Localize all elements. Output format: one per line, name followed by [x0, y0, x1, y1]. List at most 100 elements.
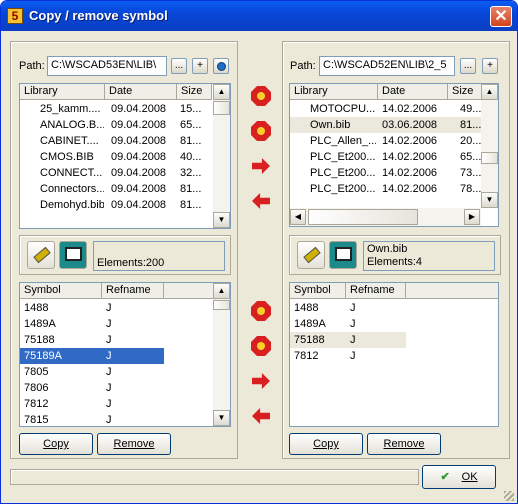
left-browse-button[interactable]: ...	[171, 58, 187, 74]
scroll-down-arrow-icon[interactable]: ▼	[213, 410, 230, 426]
left-library-scrollbar[interactable]: ▲ ▼	[213, 84, 230, 228]
close-button[interactable]: ✕	[490, 6, 512, 27]
left-copy-button[interactable]: Copy	[19, 433, 93, 455]
col-size[interactable]: Size	[448, 84, 482, 100]
right-add-path-button[interactable]: +	[482, 58, 498, 74]
left-edit-symbol-button[interactable]	[27, 241, 55, 269]
left-preview-button[interactable]	[59, 241, 87, 269]
scroll-thumb[interactable]	[213, 101, 230, 115]
right-library-scrollbar[interactable]: ▲ ▼	[481, 84, 498, 208]
table-cell: J	[106, 318, 112, 330]
left-symbol-list[interactable]: Symbol Refname 1488 J 1489A J 75188 J 75189A J 7…	[19, 282, 231, 427]
right-preview-button[interactable]	[329, 241, 357, 269]
right-library-hscrollbar[interactable]: ◀ ▶	[290, 208, 481, 226]
copy-symbol-left-button[interactable]	[248, 333, 274, 359]
table-row[interactable]: 7812 J	[20, 396, 164, 412]
table-row[interactable]: 1489A J	[20, 316, 164, 332]
col-date[interactable]: Date	[105, 84, 177, 100]
right-library-list[interactable]: Library Date Size MOTOCPU... 14.02.2006 49…	[289, 83, 499, 227]
table-row[interactable]: MOTOCPU... 14.02.2006 49...	[290, 101, 481, 117]
right-selected-library: Own.bib	[367, 243, 408, 255]
scroll-right-arrow-icon[interactable]: ▶	[464, 209, 480, 225]
move-symbol-left-button[interactable]	[248, 403, 274, 429]
col-refname[interactable]: Refname	[102, 283, 164, 299]
right-copy-button[interactable]: Copy	[289, 433, 363, 455]
table-row[interactable]: PLC_Et200... 14.02.2006 78...	[290, 181, 481, 197]
table-row[interactable]: CONNECT... 09.04.2008 32...	[20, 165, 213, 181]
monitor-icon	[65, 247, 82, 261]
table-row[interactable]: PLC_Et200... 14.02.2006 73...	[290, 165, 481, 181]
right-remove-button[interactable]: Remove	[367, 433, 441, 455]
table-row[interactable]: Demohyd.bib 09.04.2008 81...	[20, 197, 213, 213]
right-path-label: Path:	[290, 60, 316, 72]
ok-button[interactable]: ✔ OK	[422, 465, 496, 489]
table-cell: 14.02.2006	[382, 167, 438, 179]
scroll-up-arrow-icon[interactable]: ▲	[213, 283, 230, 299]
table-row[interactable]: PLC_Et200... 14.02.2006 65...	[290, 149, 481, 165]
scroll-thumb[interactable]	[308, 209, 418, 225]
table-row[interactable]: 1489A J	[290, 316, 406, 332]
copy-library-right-button[interactable]	[248, 83, 274, 109]
table-row[interactable]: 75188 J	[290, 332, 406, 348]
scroll-down-arrow-icon[interactable]: ▼	[213, 212, 230, 228]
table-row[interactable]: 1488 J	[20, 300, 164, 316]
table-row[interactable]: CMOS.BIB 09.04.2008 40...	[20, 149, 213, 165]
table-row[interactable]: ANALOG.B... 09.04.2008 65...	[20, 117, 213, 133]
table-cell: PLC_Et200...	[310, 167, 376, 179]
left-symbol-scrollbar[interactable]: ▲ ▼	[213, 283, 230, 426]
table-cell: J	[350, 350, 356, 362]
table-cell: 78...	[460, 183, 481, 195]
scroll-down-arrow-icon[interactable]: ▼	[481, 192, 498, 208]
table-row[interactable]: CABINET.... 09.04.2008 81...	[20, 133, 213, 149]
scroll-left-arrow-icon[interactable]: ◀	[290, 209, 306, 225]
col-symbol[interactable]: Symbol	[290, 283, 346, 299]
col-filler	[406, 283, 498, 299]
table-row[interactable]: 1488 J	[290, 300, 406, 316]
move-library-right-button[interactable]	[248, 153, 274, 179]
right-browse-button[interactable]: ...	[460, 58, 476, 74]
table-row[interactable]: Connectors... 09.04.2008 81...	[20, 181, 213, 197]
table-cell: 1488	[294, 302, 319, 314]
scroll-thumb[interactable]	[213, 300, 230, 310]
status-bar	[10, 469, 419, 485]
col-date[interactable]: Date	[378, 84, 448, 100]
copy-symbol-right-button[interactable]	[248, 298, 274, 324]
left-add-path-button[interactable]: +	[192, 58, 208, 74]
left-library-list[interactable]: Library Date Size 25_kamm.... 09.04.2008 1…	[19, 83, 231, 229]
table-cell: J	[106, 334, 112, 346]
table-row[interactable]: 75188 J	[20, 332, 164, 348]
left-path-input[interactable]: C:\WSCAD53EN\LIB\	[47, 56, 167, 76]
scroll-up-arrow-icon[interactable]: ▲	[213, 84, 230, 100]
table-row[interactable]: 7805 J	[20, 364, 164, 380]
right-symbol-list[interactable]: Symbol Refname 1488 J 1489A J 75188 J 7812 J	[289, 282, 499, 427]
table-row[interactable]: Own.bib 03.06.2008 81...	[290, 117, 481, 133]
scroll-thumb[interactable]	[481, 152, 498, 164]
move-symbol-right-button[interactable]	[248, 368, 274, 394]
col-library[interactable]: Library	[290, 84, 378, 100]
table-cell: MOTOCPU...	[310, 103, 376, 115]
col-symbol[interactable]: Symbol	[20, 283, 102, 299]
table-cell: CABINET....	[40, 135, 99, 147]
title-bar[interactable]: 5 Copy / remove symbol ✕	[1, 1, 517, 31]
left-remove-button[interactable]: Remove	[97, 433, 171, 455]
right-path-input[interactable]: C:\WSCAD52EN\LIB\2_5	[319, 56, 455, 76]
table-cell: 09.04.2008	[111, 151, 167, 163]
col-library[interactable]: Library	[20, 84, 105, 100]
table-row[interactable]: PLC_Allen_... 14.02.2006 20...	[290, 133, 481, 149]
table-cell: Connectors...	[40, 183, 104, 195]
table-row[interactable]: 25_kamm.... 09.04.2008 15...	[20, 101, 213, 117]
table-cell: 65...	[460, 151, 481, 163]
left-network-button[interactable]	[213, 58, 229, 74]
table-row[interactable]: 7812 J	[290, 348, 406, 364]
table-row[interactable]: 7815 J	[20, 412, 164, 426]
right-edit-symbol-button[interactable]	[297, 241, 325, 269]
table-cell: 81...	[460, 119, 481, 131]
resize-grip-icon[interactable]	[504, 491, 514, 501]
col-size[interactable]: Size	[177, 84, 212, 100]
table-row[interactable]: 75189A J	[20, 348, 164, 364]
col-refname[interactable]: Refname	[346, 283, 406, 299]
move-library-left-button[interactable]	[248, 188, 274, 214]
scroll-up-arrow-icon[interactable]: ▲	[481, 84, 498, 100]
copy-library-left-button[interactable]	[248, 118, 274, 144]
table-row[interactable]: 7806 J	[20, 380, 164, 396]
